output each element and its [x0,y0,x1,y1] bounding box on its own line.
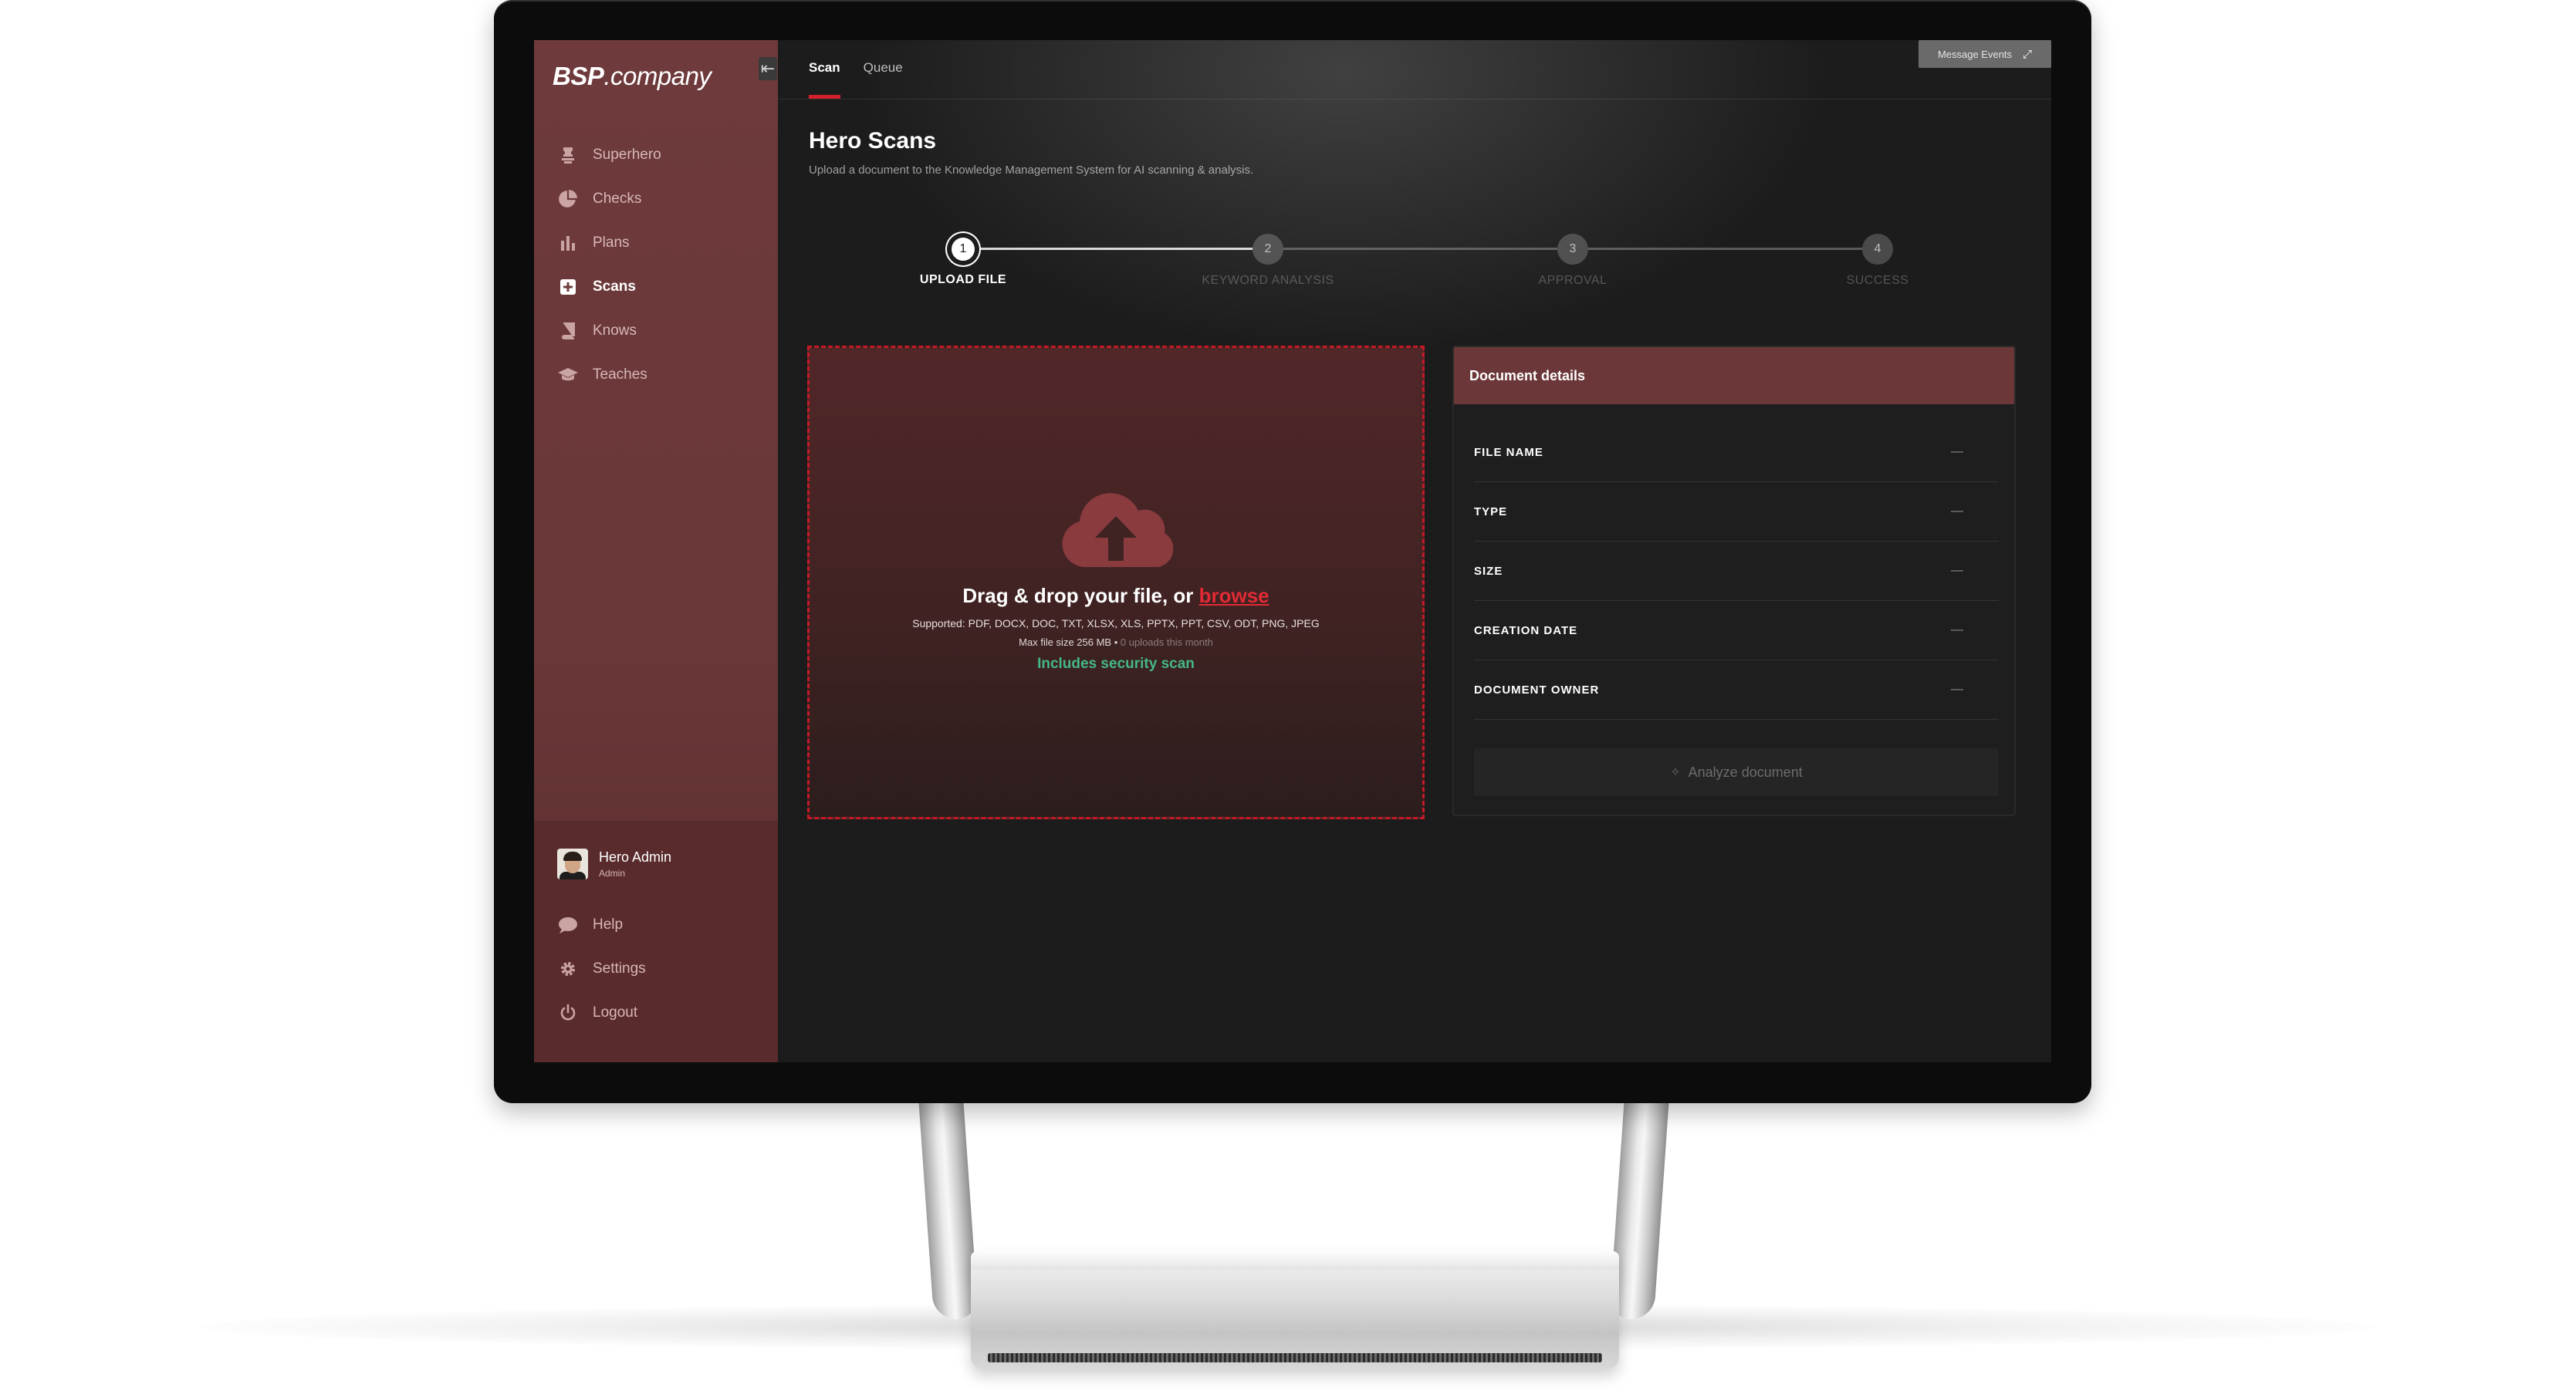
supported-formats: Supported: PDF, DOCX, DOC, TXT, XLSX, XL… [912,617,1320,629]
sidebar-item-logout[interactable]: Logout [534,991,778,1035]
tab-divider [778,99,2051,100]
sidebar-item-label: Help [593,916,624,933]
step-label: KEYWORD ANALYSIS [1202,274,1334,287]
sidebar-bottom-nav: Help Settings Logout [534,903,778,1035]
app-screen: BSP.company ⇤ Superhero Checks Plans Sca… [534,40,2051,1062]
detail-row-file-name: FILE NAME — [1474,423,1999,482]
base-vent [988,1353,1602,1362]
user-name: Hero Admin [599,849,672,865]
sidebar-item-settings[interactable]: Settings [534,947,778,991]
sidebar-item-label: Plans [593,234,630,251]
sparkle-icon: ✧ [1670,766,1681,779]
monitor-bezel: BSP.company ⇤ Superhero Checks Plans Sca… [494,0,2091,1103]
device-base [971,1251,1619,1369]
plus-square-icon [557,276,579,298]
brand-logo[interactable]: BSP.company [553,62,712,91]
sidebar-nav: Superhero Checks Plans Scans Knows Teach… [534,133,778,397]
dropzone-title: Drag & drop your file, or browse [962,584,1269,607]
sidebar-item-superhero[interactable]: Superhero [534,133,778,177]
cloud-upload-icon [1062,493,1174,567]
sidebar: BSP.company ⇤ Superhero Checks Plans Sca… [534,40,778,1062]
step-label: SUCCESS [1846,274,1909,287]
analyze-document-button[interactable]: ✧ Analyze document [1474,748,1999,796]
sidebar-item-help[interactable]: Help [534,903,778,947]
message-events-button[interactable]: Message Events ⤢ [1918,40,2051,68]
book-icon [557,320,579,342]
file-dropzone[interactable]: Drag & drop your file, or browse Support… [807,346,1425,819]
sidebar-item-label: Superhero [593,146,661,163]
sidebar-item-label: Knows [593,322,637,339]
tab-bar: Scan Queue [809,40,926,99]
sidebar-item-checks[interactable]: Checks [534,177,778,221]
gear-icon [557,958,579,980]
detail-row-document-owner: DOCUMENT OWNER — [1474,660,1999,720]
sidebar-item-knows[interactable]: Knows [534,309,778,353]
uploads-count: 0 uploads this month [1120,636,1213,648]
progress-stepper: 1 UPLOAD FILE 2 KEYWORD ANALYSIS 3 APPRO… [778,230,2051,292]
tab-scan[interactable]: Scan [809,40,840,99]
sidebar-item-label: Teaches [593,366,647,383]
sidebar-item-scans[interactable]: Scans [534,265,778,309]
max-file-size: Max file size 256 MB • 0 uploads this mo… [1019,636,1213,648]
user-profile[interactable]: Hero Admin Admin [557,849,671,879]
graduation-cap-icon [557,364,579,386]
detail-row-size: SIZE — [1474,542,1999,601]
main-content: Scan Queue Message Events ⤢ Hero Scans U… [778,40,2051,1062]
step-keyword-analysis: 2 KEYWORD ANALYSIS [1168,230,1368,288]
step-upload-file: 1 UPLOAD FILE [863,230,1063,287]
sidebar-item-label: Logout [593,1004,638,1021]
details-title: Document details [1454,347,2014,404]
step-number: 3 [1557,234,1588,265]
expand-icon: ⤢ [2023,47,2033,61]
avatar [557,849,588,879]
sidebar-item-teaches[interactable]: Teaches [534,353,778,397]
device-scene: BSP.company ⇤ Superhero Checks Plans Sca… [0,0,2576,1394]
superhero-icon [557,144,579,166]
sidebar-item-label: Scans [593,278,636,295]
detail-row-type: TYPE — [1474,482,1999,542]
document-details-card: Document details FILE NAME — TYPE — SIZE… [1452,346,2016,816]
step-approval: 3 APPROVAL [1472,230,1673,288]
page-title: Hero Scans [809,128,937,154]
bar-chart-icon [557,232,579,254]
stand-arm-left [918,1095,979,1319]
step-label: APPROVAL [1538,274,1607,287]
detail-row-creation-date: CREATION DATE — [1474,601,1999,660]
step-success: 4 SUCCESS [1777,230,1978,288]
collapse-icon: ⇤ [760,59,776,78]
step-label: UPLOAD FILE [919,273,1007,286]
sidebar-item-label: Settings [593,960,646,977]
security-scan-note: Includes security scan [1037,656,1195,672]
step-number: 1 [952,238,975,261]
sidebar-item-label: Checks [593,190,642,207]
pie-chart-icon [557,188,579,210]
power-icon [557,1002,579,1024]
chat-bubble-icon [557,914,579,936]
tab-queue[interactable]: Queue [864,40,903,99]
sidebar-item-plans[interactable]: Plans [534,221,778,265]
step-number: 4 [1862,234,1893,265]
collapse-sidebar-button[interactable]: ⇤ [759,57,777,80]
page-subtitle: Upload a document to the Knowledge Manag… [809,164,1254,177]
user-role: Admin [599,868,626,879]
step-number: 2 [1253,234,1283,265]
browse-link[interactable]: browse [1199,584,1269,607]
